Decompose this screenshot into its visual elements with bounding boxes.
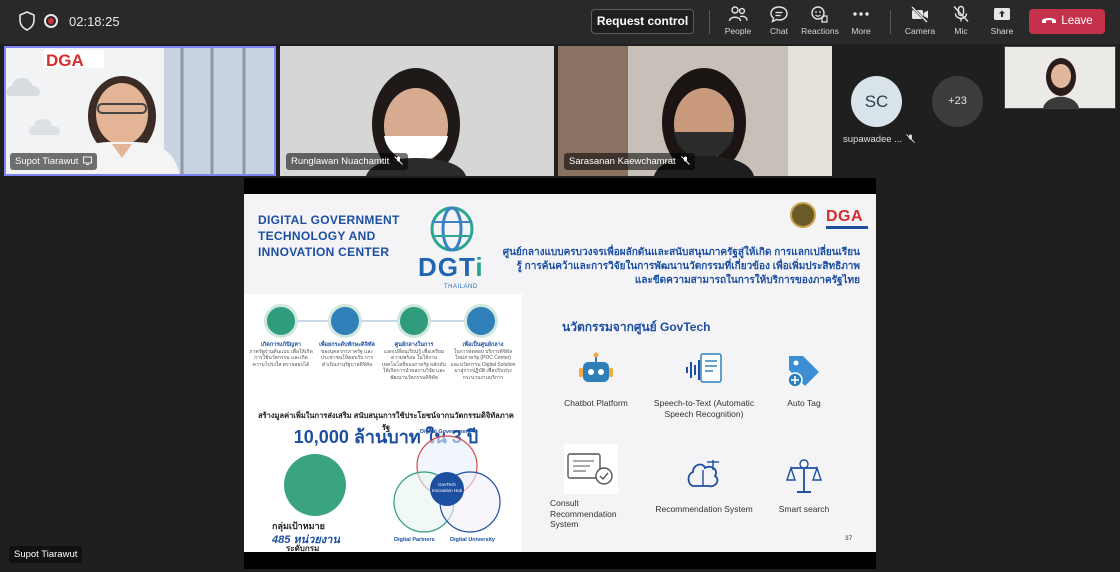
participant-name-tag: Sarasanan Kaewchamrat [564,153,695,170]
mic-muted-icon [394,156,404,165]
chat-label: Chat [770,26,788,36]
reactions-label: Reactions [801,26,839,36]
participant-name-tag: supawadee ... [843,134,915,145]
people-label: People [724,26,752,36]
people-icon [728,6,748,22]
dga-underline [826,226,868,229]
venn-label-government: Digital Government [420,429,471,435]
more-button[interactable]: More [838,5,884,39]
dgti-letters: DGT [418,252,476,282]
feature-smart-search: Smart search [760,456,848,515]
participant-name-tag: Runglawan Nuachamtit [286,153,409,170]
request-control-button[interactable]: Request control [591,9,694,34]
feature-recommendation: Recommendation System [650,456,758,515]
participant-name: Sarasanan Kaewchamrat [569,156,676,167]
dgti-subtitle: THAILAND [444,284,478,290]
camera-off-icon [911,6,928,23]
reactions-icon [811,6,828,23]
feature-label: Recommendation System [655,504,753,514]
participant-name: Runglawan Nuachamtit [291,156,390,167]
slide-thai-heading: ศูนย์กลางแบบครบวงจรเพื่อผลักดันและสนับสน… [502,247,860,286]
video-tile-participant[interactable]: Sarasanan Kaewchamrat [558,46,832,176]
dgti-globe-logo [430,206,474,252]
feature-speech-to-text: Speech-to-Text (Automatic Speech Recogni… [650,350,758,419]
feature-label: Smart search [778,504,830,514]
dga-logo: DGA [826,208,864,225]
svg-text:DGA: DGA [46,51,84,70]
more-label: More [851,26,871,36]
video-tile-participant[interactable]: Runglawan Nuachamtit [280,46,554,176]
venn-diagram [393,435,501,533]
meeting-window: 02:18:25 Request control People Chat Rea… [0,0,1120,572]
video-tile-presenter[interactable]: DGA Supot Tiarawut [4,46,276,176]
dgti-i: i [475,252,484,282]
venn-label-university: Digital University [450,537,495,543]
innovations-title: นวัตกรรมจากศูนย์ GovTech [562,320,711,334]
participant-name: supawadee ... [843,134,903,145]
reactions-button[interactable]: Reactions [797,5,843,39]
tag-icon [787,356,819,388]
meeting-timer: 02:18:25 [69,14,120,29]
mic-button[interactable]: Mic [938,5,984,39]
toolbar-divider [890,10,891,34]
dgti-wordmark: DGTi [418,252,484,283]
people-button[interactable]: People [715,5,761,39]
more-participants-button[interactable]: +23 [932,76,983,127]
meeting-toolbar: 02:18:25 Request control People Chat Rea… [0,0,1120,44]
shared-screen[interactable]: DIGITAL GOVERNMENT TECHNOLOGY AND INNOVA… [244,178,876,569]
feature-consult: Consult Recommendation System [550,444,650,530]
venn-label-partners: Digital Partners [394,537,435,543]
self-video [1005,47,1115,108]
objectives-panel: เกิดการแก้ปัญหา ภาครัฐผ่านต้นแบบ เพื่อให้… [244,294,522,552]
presenter-name-tag: Supot Tiarawut [9,546,83,563]
mic-muted-icon [906,134,915,143]
mic-label: Mic [954,26,968,36]
more-icon [853,12,869,16]
chat-icon [770,6,788,23]
consult-document-icon [564,444,618,494]
chat-button[interactable]: Chat [756,5,802,39]
government-seal-icon [790,202,816,228]
feature-label: Chatbot Platform [564,398,628,408]
mic-muted-icon [680,156,690,165]
feature-label: Speech-to-Text (Automatic Speech Recogni… [653,398,755,419]
share-button[interactable]: Share [979,5,1025,39]
robot-icon [579,352,613,382]
leave-button[interactable]: Leave [1029,9,1105,34]
balance-scale-icon [786,459,822,493]
phone-hangup-icon [1042,18,1057,23]
participant-name-tag: Supot Tiarawut [10,153,98,170]
slide-page-number: 37 [845,535,853,542]
participant-name: Supot Tiarawut [15,156,79,167]
soundwave-icon [686,353,722,383]
shield-icon[interactable] [18,11,36,31]
feature-auto-tag: Auto Tag [760,350,848,409]
presentation-slide: DIGITAL GOVERNMENT TECHNOLOGY AND INNOVA… [244,194,876,552]
brain-scale-icon [687,460,719,488]
share-screen-icon [83,156,93,165]
share-icon [994,8,1010,20]
mic-off-icon [953,5,969,22]
share-label: Share [990,26,1014,36]
feature-label: Consult Recommendation System [550,498,617,529]
feature-chatbot: Chatbot Platform [542,350,650,409]
self-view-tile[interactable] [1004,46,1116,109]
camera-button[interactable]: Camera [897,5,943,39]
recording-icon [44,14,58,28]
leave-label: Leave [1061,15,1093,27]
participant-avatar[interactable]: SC [851,76,902,127]
toolbar-divider [709,10,710,34]
camera-label: Camera [904,26,936,36]
venn-center-label: GovTech Innovation Hub [430,472,464,506]
slide-title: DIGITAL GOVERNMENT TECHNOLOGY AND INNOVA… [258,213,400,259]
feature-label: Auto Tag [787,398,821,408]
